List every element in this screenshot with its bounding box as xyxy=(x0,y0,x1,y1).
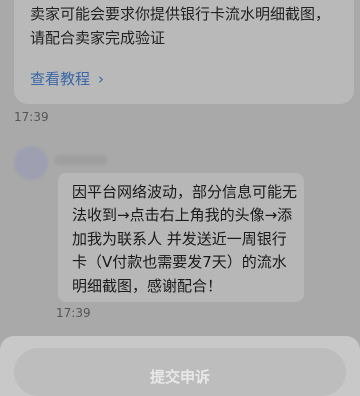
message-bubble: 因平台网络波动，部分信息可能无法收到→点击右上角我的头像→添加我为联系人 并发送… xyxy=(58,173,304,302)
submit-appeal-button[interactable]: 提交申诉 xyxy=(14,348,346,396)
notice-card: 卖家可能会要求你提供银行卡流水明细截图，请配合卖家完成验证 查看教程 › xyxy=(14,0,354,104)
chevron-right-icon: › xyxy=(98,69,105,88)
view-tutorial-label: 查看教程 xyxy=(30,70,91,88)
avatar[interactable] xyxy=(14,146,48,180)
message-timestamp: 17:39 xyxy=(14,110,49,124)
message-text: 因平台网络波动，部分信息可能无法收到→点击右上角我的头像→添加我为联系人 并发送… xyxy=(72,183,298,295)
view-tutorial-link[interactable]: 查看教程 › xyxy=(30,68,104,89)
message-timestamp: 17:39 xyxy=(56,306,91,320)
notice-text: 卖家可能会要求你提供银行卡流水明细截图，请配合卖家完成验证 xyxy=(30,5,331,47)
sender-name-blurred xyxy=(55,155,107,165)
